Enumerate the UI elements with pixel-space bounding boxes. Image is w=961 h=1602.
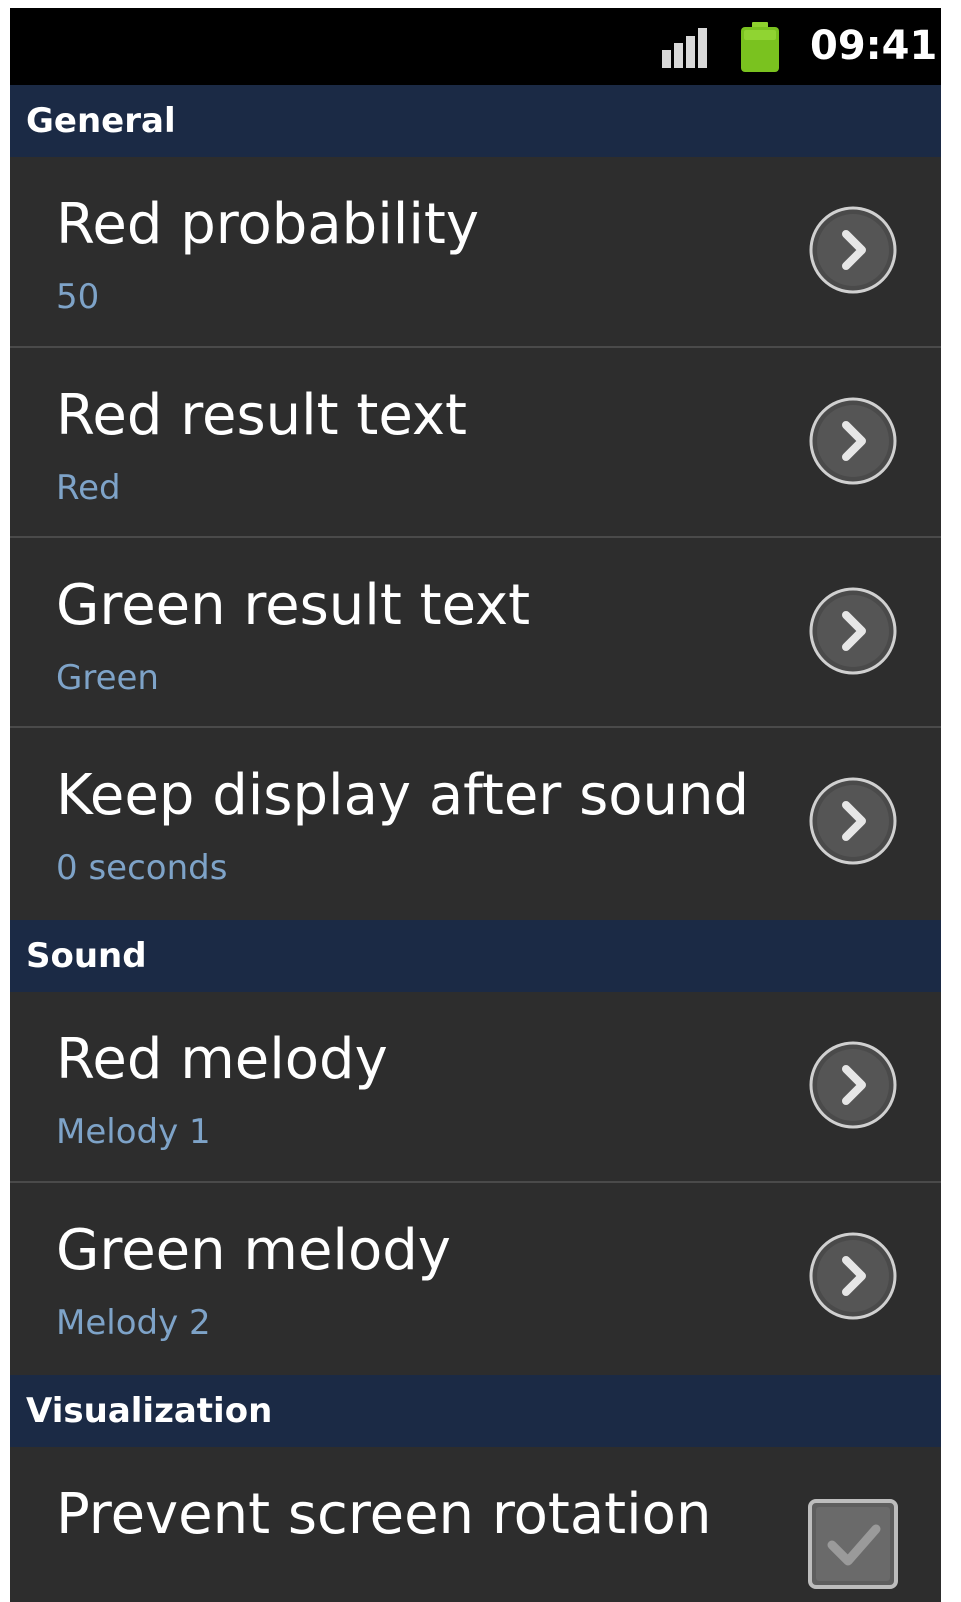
pref-title: Red result text <box>56 383 467 448</box>
section-header-sound: Sound <box>10 920 941 992</box>
pref-title: Keep display after sound <box>56 763 750 828</box>
pref-red-melody[interactable]: Red melody Melody 1 <box>10 992 941 1183</box>
pref-title: Red probability <box>56 192 479 257</box>
status-bar: 09:41 <box>10 8 941 85</box>
chevron-right-circle-icon[interactable] <box>808 205 898 295</box>
chevron-right-circle-icon[interactable] <box>808 1040 898 1130</box>
pref-green-melody[interactable]: Green melody Melody 2 <box>10 1183 941 1375</box>
status-clock: 09:41 <box>810 23 938 69</box>
chevron-right-circle-icon[interactable] <box>808 586 898 676</box>
pref-title: Green melody <box>56 1218 451 1283</box>
battery-icon <box>741 22 779 72</box>
pref-title: Red melody <box>56 1027 388 1092</box>
pref-summary: Green <box>56 658 159 698</box>
pref-keep-display-after-sound[interactable]: Keep display after sound 0 seconds <box>10 728 941 920</box>
section-header-label: Visualization <box>26 1391 273 1431</box>
pref-summary: 50 <box>56 277 100 317</box>
pref-summary: Melody 2 <box>56 1303 211 1343</box>
pref-red-probability[interactable]: Red probability 50 <box>10 157 941 348</box>
pref-prevent-screen-rotation[interactable]: Prevent screen rotation <box>10 1447 941 1602</box>
chevron-right-circle-icon[interactable] <box>808 396 898 486</box>
pref-title: Prevent screen rotation <box>56 1482 712 1547</box>
pref-title: Green result text <box>56 573 531 638</box>
pref-red-result-text[interactable]: Red result text Red <box>10 348 941 538</box>
section-header-visualization: Visualization <box>10 1375 941 1447</box>
section-header-general: General <box>10 85 941 157</box>
settings-screen: 09:41 General Red probability 50 Red res… <box>10 8 941 1602</box>
pref-summary: Melody 1 <box>56 1112 211 1152</box>
checkbox-checked-icon[interactable] <box>808 1499 898 1589</box>
pref-green-result-text[interactable]: Green result text Green <box>10 538 941 728</box>
section-header-label: Sound <box>26 936 147 976</box>
chevron-right-circle-icon[interactable] <box>808 776 898 866</box>
pref-summary: Red <box>56 468 121 508</box>
pref-summary: 0 seconds <box>56 848 228 888</box>
chevron-right-circle-icon[interactable] <box>808 1231 898 1321</box>
signal-bars-icon <box>662 28 707 68</box>
section-header-label: General <box>26 101 176 141</box>
